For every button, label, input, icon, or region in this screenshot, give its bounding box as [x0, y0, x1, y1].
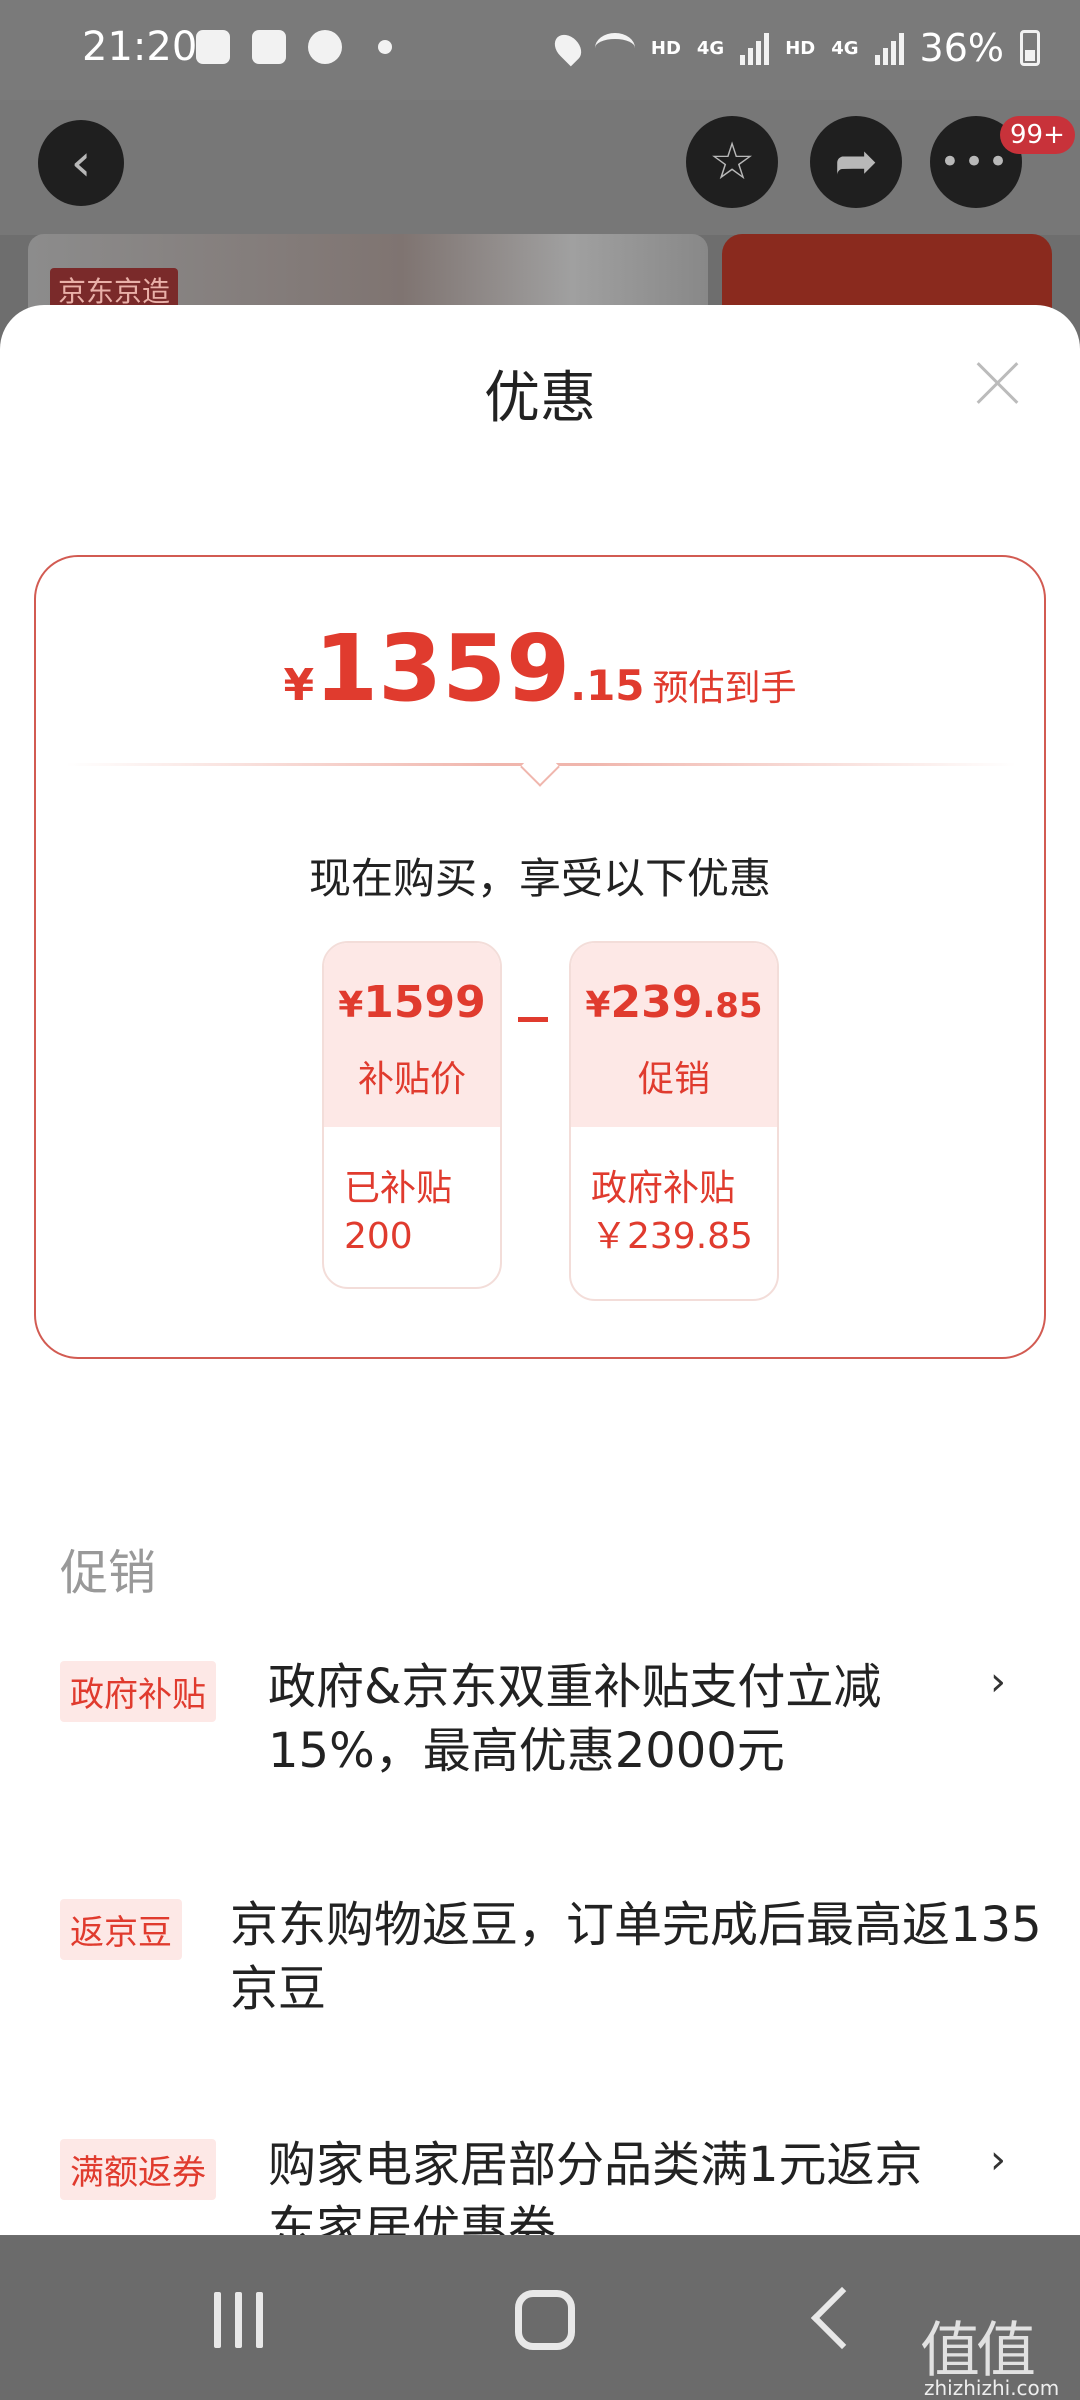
- notification-badge: 99+: [1000, 116, 1075, 154]
- promotion-label: 促销: [637, 1059, 710, 1100]
- system-nav-bar: 值值值 zhizhizhi.com: [0, 2236, 1080, 2400]
- hd-label-2: HD: [785, 37, 816, 59]
- battery-icon: [1020, 30, 1040, 66]
- subsidy-price-amount: ¥1599: [338, 977, 486, 1028]
- subsidy-price-box: ¥1599 补贴价 已补贴 200: [322, 941, 502, 1289]
- watermark-url: zhizhizhi.com: [924, 2376, 1060, 2400]
- promotion-text: 政府&京东双重补贴支付立减15%，最高优惠2000元: [268, 1659, 882, 1779]
- promotion-note: 政府补贴 ￥239.85: [591, 1168, 753, 1257]
- divider-notch: [520, 747, 560, 787]
- chevron-right-icon[interactable]: ›: [990, 2137, 1006, 2183]
- status-time: 21:20: [82, 24, 198, 70]
- promotion-tag: 返京豆: [60, 1899, 182, 1960]
- notification-icons: [196, 30, 392, 64]
- price-summary-card: ¥1359.15 预估到手 现在购买，享受以下优惠 ¥1599 补贴价 已补贴 2…: [34, 555, 1046, 1359]
- status-bar: 21:20 HD 4G HD 4G 36%: [0, 0, 1080, 100]
- subsidy-price-label: 补贴价: [357, 1059, 466, 1100]
- network-label-1: 4G: [696, 37, 725, 59]
- recents-icon[interactable]: [214, 2292, 263, 2348]
- back-arrow-icon[interactable]: ‹: [38, 120, 124, 206]
- hd-label-1: HD: [650, 37, 681, 59]
- signal-icon-2: [874, 31, 904, 65]
- final-price: ¥1359.15 预估到手: [36, 623, 1044, 715]
- app-icon: [308, 30, 342, 64]
- minus-sign: [518, 1017, 548, 1022]
- star-icon[interactable]: ☆: [686, 116, 778, 208]
- promotion-tag: 政府补贴: [60, 1661, 216, 1722]
- location-icon: [549, 29, 587, 67]
- signal-icon-1: [740, 31, 770, 65]
- subsidy-price-note: 已补贴 200: [344, 1168, 453, 1257]
- promotion-box: ¥239.85 促销 政府补贴 ￥239.85: [569, 941, 779, 1301]
- discount-sheet: 优惠 ¥1359.15 预估到手 现在购买，享受以下优惠 ¥1599 补贴价 已补…: [0, 305, 1080, 2235]
- close-icon[interactable]: [970, 355, 1026, 411]
- wifi-icon: [594, 33, 635, 63]
- final-price-integer: 1359: [314, 615, 571, 722]
- chevron-right-icon[interactable]: ›: [990, 1659, 1006, 1705]
- share-icon[interactable]: ➦: [810, 116, 902, 208]
- notification-dot-icon: [378, 40, 392, 54]
- promotion-tag: 满额返券: [60, 2139, 216, 2200]
- status-right: HD 4G HD 4G 36%: [549, 26, 1040, 70]
- back-icon[interactable]: [810, 2286, 874, 2350]
- promotions-heading: 促销: [60, 1545, 157, 1601]
- wechat-icon: [196, 30, 230, 64]
- sheet-title: 优惠: [484, 366, 596, 431]
- estimate-label: 预估到手: [652, 668, 797, 709]
- enjoy-text: 现在购买，享受以下优惠: [308, 854, 771, 903]
- promotion-text: 购家电家居部分品类满1元返京东家居优惠券: [268, 2137, 923, 2235]
- gallery-icon: [252, 30, 286, 64]
- final-price-currency: ¥: [283, 660, 315, 711]
- home-icon[interactable]: [515, 2290, 575, 2350]
- product-top-nav: ‹ ☆ ➦ ••• 99+: [0, 100, 1080, 235]
- network-label-2: 4G: [831, 37, 859, 59]
- promotion-amount: ¥239.85: [585, 977, 763, 1028]
- final-price-decimal: .15: [570, 661, 645, 710]
- promotion-text: 京东购物返豆，订单完成后最高返135京豆: [230, 1897, 1042, 2017]
- battery-percent: 36%: [919, 26, 1004, 70]
